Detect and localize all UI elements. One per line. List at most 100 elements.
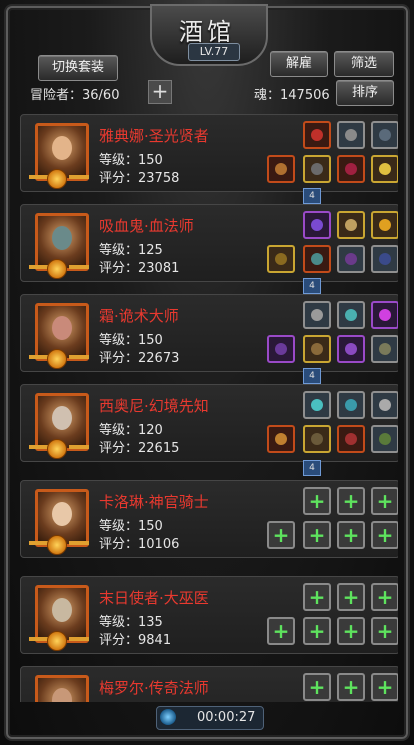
equipment-slot[interactable] (371, 121, 398, 149)
plus-icon: + (342, 619, 360, 643)
hero-score: 评分：10106 (99, 537, 180, 552)
hero-score: 评分：22673 (99, 351, 180, 366)
adventurer-count: 冒险者：36/60 (30, 88, 120, 103)
plus-icon: + (308, 585, 326, 609)
hero-level: 等级：150 (99, 333, 163, 348)
equipment-slot[interactable] (337, 211, 365, 239)
timer-bar: 00:00:27 (156, 706, 264, 730)
equipment-slot[interactable] (303, 245, 331, 273)
plus-icon: + (376, 585, 394, 609)
hero-list: 雅典娜·圣光贤者 等级：150 评分：23758 4 吸血鬼·血法师 等级：12… (20, 110, 398, 702)
hero-card[interactable]: 末日使者·大巫医 等级：135 评分：9841 + + + + + + + (20, 576, 398, 654)
empty-slot[interactable]: + (337, 673, 365, 701)
plus-icon: + (308, 489, 326, 513)
plus-icon: + (376, 523, 394, 547)
plus-icon: + (308, 675, 326, 699)
switch-outfit-button[interactable]: 切换套装 (38, 55, 118, 81)
plus-icon: + (308, 619, 326, 643)
equipment-slot[interactable] (303, 425, 331, 453)
link-badge: 4 (303, 460, 321, 476)
hero-card[interactable]: 梅罗尔·传奇法师 + + + (20, 666, 398, 702)
clock-icon (160, 709, 176, 725)
hero-card[interactable]: 雅典娜·圣光贤者 等级：150 评分：23758 (20, 114, 398, 192)
link-badge: 4 (303, 278, 321, 294)
empty-slot[interactable]: + (267, 617, 295, 645)
hero-name: 卡洛琳·神官骑士 (99, 493, 209, 511)
equipment-slot[interactable] (303, 155, 331, 183)
hero-name: 吸血鬼·血法师 (99, 217, 194, 235)
hero-name: 末日使者·大巫医 (99, 589, 209, 607)
hero-card[interactable]: 卡洛琳·神官骑士 等级：150 评分：10106 + + + + + + + (20, 480, 398, 558)
equipment-slot[interactable] (303, 301, 331, 329)
filter-button[interactable]: 筛选 (334, 51, 394, 77)
equipment-slot[interactable] (371, 391, 398, 419)
sort-button[interactable]: 排序 (336, 80, 394, 106)
plus-icon: + (272, 523, 290, 547)
equipment-slot[interactable] (267, 245, 295, 273)
tavern-level-badge: LV.77 (188, 43, 240, 61)
empty-slot[interactable]: + (337, 583, 365, 611)
equipment-slot[interactable] (303, 211, 331, 239)
equipment-slot[interactable] (337, 391, 365, 419)
plus-icon: + (376, 619, 394, 643)
empty-slot[interactable]: + (267, 521, 295, 549)
hero-score: 评分：23081 (99, 261, 180, 276)
hero-level: 等级：125 (99, 243, 163, 258)
hero-level: 等级：135 (99, 615, 163, 630)
link-badge: 4 (303, 188, 321, 204)
hero-card[interactable]: 霜·诡术大师 等级：150 评分：22673 (20, 294, 398, 372)
hero-name: 西奥尼·幻境先知 (99, 397, 209, 415)
empty-slot[interactable]: + (303, 617, 331, 645)
plus-icon[interactable]: + (148, 80, 172, 104)
empty-slot[interactable]: + (303, 673, 331, 701)
hero-card[interactable]: 西奥尼·幻境先知 等级：120 评分：22615 (20, 384, 398, 462)
plus-icon: + (376, 489, 394, 513)
empty-slot[interactable]: + (371, 673, 398, 701)
hero-level: 等级：150 (99, 153, 163, 168)
equipment-slot[interactable] (303, 335, 331, 363)
empty-slot[interactable]: + (371, 583, 398, 611)
empty-slot[interactable]: + (371, 617, 398, 645)
equipment-slot[interactable] (371, 425, 398, 453)
equipment-slot[interactable] (371, 155, 398, 183)
equipment-slot[interactable] (267, 155, 295, 183)
equipment-slot[interactable] (371, 211, 398, 239)
plus-icon: + (308, 523, 326, 547)
equipment-slot[interactable] (337, 301, 365, 329)
plus-icon: + (272, 619, 290, 643)
page-title: 酒馆 (179, 18, 235, 46)
empty-slot[interactable]: + (371, 521, 398, 549)
equipment-slot[interactable] (371, 301, 398, 329)
link-badge: 4 (303, 368, 321, 384)
equipment-slot[interactable] (303, 391, 331, 419)
emblem-icon (47, 439, 67, 459)
plus-icon: + (376, 675, 394, 699)
hero-score: 评分：23758 (99, 171, 180, 186)
equipment-slot[interactable] (337, 121, 365, 149)
equipment-slot[interactable] (267, 335, 295, 363)
hero-portrait (35, 675, 89, 702)
equipment-slot[interactable] (303, 121, 331, 149)
equipment-slot[interactable] (337, 425, 365, 453)
equipment-slot[interactable] (371, 335, 398, 363)
equipment-slot[interactable] (337, 335, 365, 363)
timer-text: 00:00:27 (197, 710, 256, 725)
dismiss-button[interactable]: 解雇 (270, 51, 328, 77)
hero-card[interactable]: 吸血鬼·血法师 等级：125 评分：23081 (20, 204, 398, 282)
hero-name: 霜·诡术大师 (99, 307, 179, 325)
plus-icon: + (342, 523, 360, 547)
soul-count: 魂：147506 (254, 88, 330, 103)
equipment-slot[interactable] (267, 425, 295, 453)
empty-slot[interactable]: + (303, 583, 331, 611)
empty-slot[interactable]: + (371, 487, 398, 515)
equipment-slot[interactable] (337, 155, 365, 183)
empty-slot[interactable]: + (337, 487, 365, 515)
empty-slot[interactable]: + (337, 521, 365, 549)
empty-slot[interactable]: + (337, 617, 365, 645)
empty-slot[interactable]: + (303, 521, 331, 549)
equipment-slot[interactable] (337, 245, 365, 273)
hero-level: 等级：120 (99, 423, 163, 438)
empty-slot[interactable]: + (303, 487, 331, 515)
equipment-slot[interactable] (371, 245, 398, 273)
plus-icon: + (342, 675, 360, 699)
